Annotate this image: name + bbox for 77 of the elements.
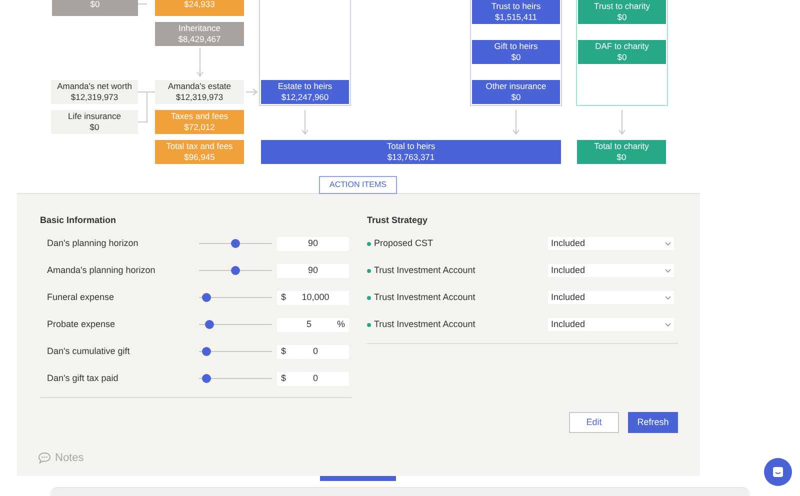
field-value: 0 <box>312 344 320 358</box>
slider-thumb[interactable] <box>202 374 212 383</box>
arrow <box>618 110 626 135</box>
connector-line <box>138 92 156 122</box>
flow-node: Total tax and fees $96,945 <box>155 140 244 164</box>
unit-sign: % <box>336 318 345 331</box>
arrow <box>246 88 258 96</box>
slider-track[interactable] <box>199 239 272 248</box>
currency-sign: $ <box>281 372 286 385</box>
chevron-down-icon <box>665 322 671 326</box>
field-value: 0 <box>312 372 320 385</box>
select-field[interactable]: Included <box>548 291 674 304</box>
slider-thumb[interactable] <box>202 293 212 302</box>
trust-label: Proposed CST <box>374 236 434 250</box>
notes-label: Notes <box>55 451 84 466</box>
field-label: Funeral expense <box>47 290 116 304</box>
section-title: Basic Information <box>40 214 118 227</box>
flow-node: Other insurance $0 <box>472 80 560 104</box>
arrow <box>302 110 308 135</box>
slider-track[interactable] <box>199 320 272 329</box>
field-value: 90 <box>306 264 319 277</box>
slider-thumb[interactable] <box>231 266 240 275</box>
field-label: Dan's cumulative gift <box>47 344 131 358</box>
edit-button[interactable]: Edit <box>569 412 619 433</box>
flow-node: DAF to charity $0 <box>578 40 666 64</box>
speech-bubble-icon <box>38 452 51 464</box>
slider-track[interactable] <box>199 293 272 302</box>
slider-thumb[interactable] <box>231 239 240 248</box>
flow-node: $0 <box>52 0 138 16</box>
trust-label: Trust Investment Account <box>374 290 476 304</box>
field-value: 90 <box>306 236 319 250</box>
chat-icon <box>772 466 784 478</box>
currency-sign: $ <box>281 344 286 358</box>
select-field[interactable]: Included <box>548 237 674 250</box>
chat-button[interactable] <box>764 458 792 486</box>
flow-node: Gift to heirs $0 <box>472 40 560 64</box>
field-label: Probate expense <box>47 318 116 331</box>
input-field[interactable]: 90 <box>277 264 349 278</box>
trust-label: Trust Investment Account <box>374 264 476 277</box>
flow-node: Amanda's net worth $12,319,973 <box>51 80 138 104</box>
input-field[interactable]: $ 0 <box>277 372 349 386</box>
arrow <box>512 110 520 135</box>
flow-node: Estate to heirs $12,247,960 <box>261 80 349 104</box>
chevron-down-icon <box>665 296 671 300</box>
select-field[interactable]: Included <box>548 318 674 331</box>
chevron-down-icon <box>665 268 671 272</box>
input-field[interactable]: 90 <box>277 236 349 250</box>
select-field[interactable]: Included <box>548 264 674 277</box>
trust-label: Trust Investment Account <box>374 318 476 331</box>
currency-sign: $ <box>281 290 286 304</box>
slider-track[interactable] <box>199 347 272 356</box>
field-value: 10,000 <box>300 290 330 304</box>
field-label: Dan's planning horizon <box>47 236 140 250</box>
input-field[interactable]: $ 0 <box>277 344 349 358</box>
field-label: Amanda's planning horizon <box>47 264 156 277</box>
flow-node: Total to charity $0 <box>577 140 666 164</box>
refresh-button[interactable]: Refresh <box>628 412 678 433</box>
flow-node: Total to heirs $13,763,371 <box>261 140 561 164</box>
slider-track[interactable] <box>199 374 272 383</box>
flow-node: Trust to heirs $1,515,411 <box>472 0 560 24</box>
section-title: Trust Strategy <box>367 214 429 227</box>
arrow <box>196 48 204 77</box>
input-field[interactable]: $ 10,000 <box>277 290 349 304</box>
slider-thumb[interactable] <box>202 347 212 356</box>
field-value: 5 <box>305 318 312 331</box>
flow-node: Trust to charity $0 <box>578 0 666 24</box>
flow-node: Inheritance $8,429,467 <box>155 22 244 46</box>
flow-node: Amanda's estate $12,319,973 <box>155 80 244 104</box>
slider-track[interactable] <box>199 266 272 275</box>
flow-node: $24,933 <box>155 0 244 16</box>
chevron-down-icon <box>665 242 671 246</box>
field-label: Dan's gift tax paid <box>47 372 120 385</box>
slider-thumb[interactable] <box>205 320 214 329</box>
flow-node: Life insurance $0 <box>51 110 138 134</box>
action-items-button[interactable]: ACTION ITEMS <box>319 176 397 194</box>
flow-node: Taxes and fees $72,012 <box>155 110 244 134</box>
input-field[interactable]: 5 % <box>277 318 349 332</box>
